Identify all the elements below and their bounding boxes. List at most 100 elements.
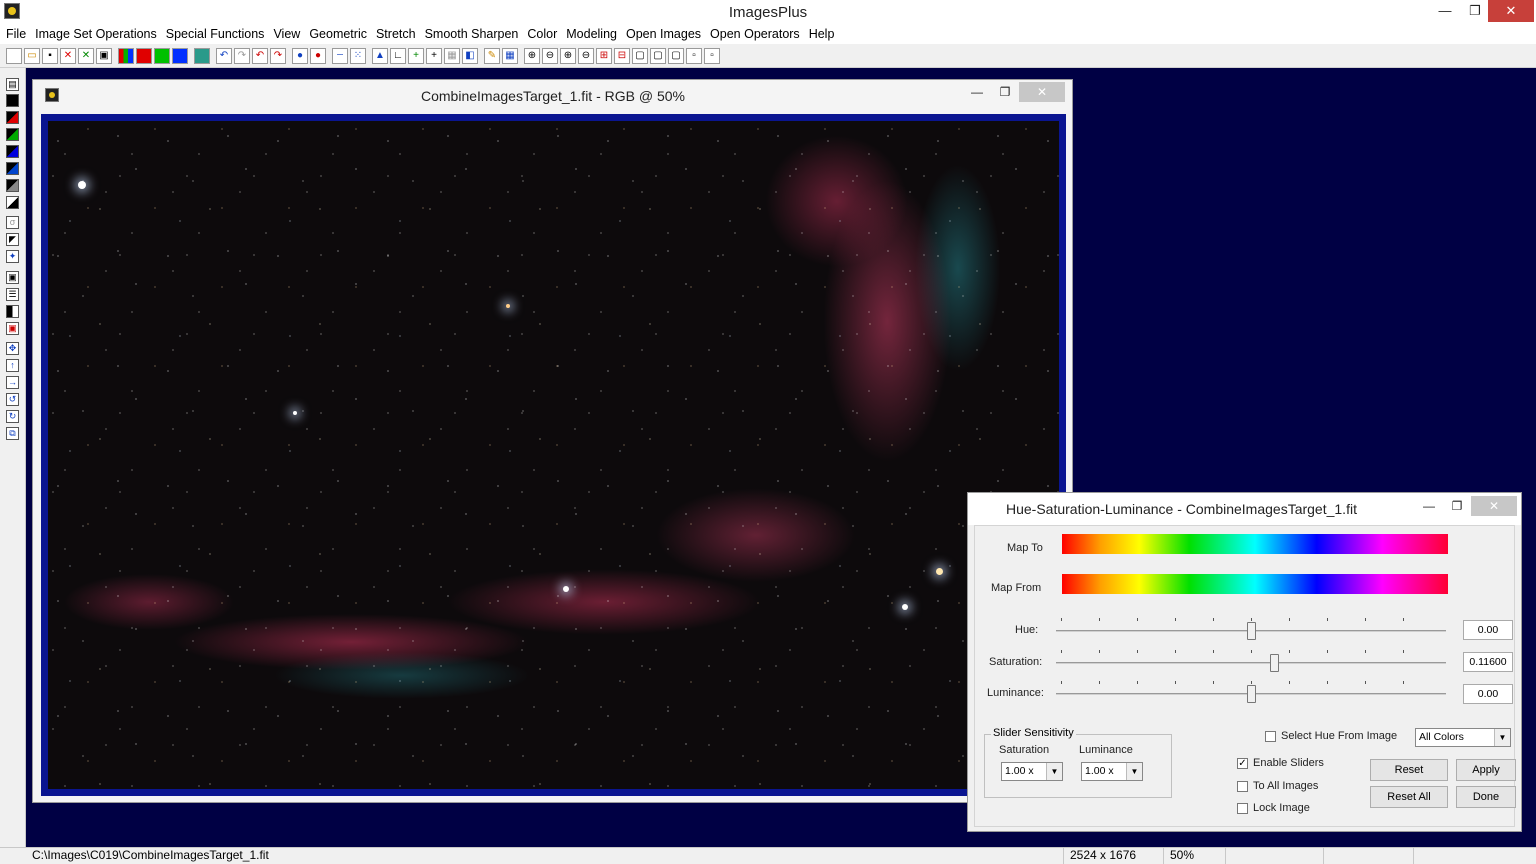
contrast-icon[interactable] [6, 305, 19, 318]
luminance-slider-thumb[interactable] [1247, 685, 1256, 703]
copy-layer-icon[interactable]: ⧉ [6, 427, 19, 440]
zoom-out-icon[interactable]: ⊖ [542, 47, 558, 64]
nebula-image[interactable] [48, 121, 1059, 789]
gray-layer-icon[interactable] [6, 179, 19, 192]
image-window-close-button[interactable]: ✕ [1019, 82, 1065, 102]
redo-icon[interactable]: ↷ [234, 47, 250, 64]
luminance-value-field[interactable]: 0.00 [1463, 684, 1513, 704]
window-size-3-icon[interactable]: ▢ [668, 47, 684, 64]
menu-file[interactable]: File [2, 27, 30, 41]
hsl-dialog-maximize-button[interactable]: ❐ [1443, 496, 1471, 516]
menu-geometric[interactable]: Geometric [305, 27, 371, 41]
menu-view[interactable]: View [269, 27, 304, 41]
window-size-5-icon[interactable]: ▫ [704, 47, 720, 64]
red-channel-icon[interactable] [136, 47, 152, 64]
close-button[interactable]: ✕ [1488, 0, 1534, 22]
scatter-plot-icon[interactable]: ⁙ [350, 47, 366, 64]
undo-icon[interactable]: ↶ [216, 47, 232, 64]
save-icon[interactable]: ▪ [42, 47, 58, 64]
hue-slider-thumb[interactable] [1247, 622, 1256, 640]
rectangle-select-icon[interactable]: ▣ [6, 322, 19, 335]
crosshair-green-icon[interactable]: + [408, 47, 424, 64]
add-window-icon[interactable]: ⊞ [596, 47, 612, 64]
window-size-2-icon[interactable]: ▢ [650, 47, 666, 64]
grid-view-icon[interactable] [194, 47, 210, 64]
open-folder-icon[interactable]: ▭ [24, 47, 40, 64]
saturation-slider-track[interactable] [1056, 662, 1446, 664]
blue-channel-icon[interactable] [172, 47, 188, 64]
rotate-cw-icon[interactable]: ↻ [6, 410, 19, 423]
menu-image-set-operations[interactable]: Image Set Operations [31, 27, 161, 41]
green-layer-icon[interactable] [6, 128, 19, 141]
reset-all-button[interactable]: Reset All [1370, 786, 1448, 808]
curve-icon[interactable]: ∟ [390, 47, 406, 64]
calculator-icon[interactable]: ▦ [502, 47, 518, 64]
zoom-actual-icon[interactable]: ⊖ [578, 47, 594, 64]
dotted-line-icon[interactable]: ┄ [332, 47, 348, 64]
print-icon[interactable]: ▣ [96, 47, 112, 64]
maximize-button[interactable]: ❐ [1460, 0, 1490, 22]
crosshair-icon[interactable]: + [426, 47, 442, 64]
pencil-icon[interactable]: ✎ [484, 47, 500, 64]
blue-layer-icon[interactable] [6, 145, 19, 158]
colors-select[interactable]: All Colors ▼ [1415, 728, 1511, 747]
hsl-dialog-minimize-button[interactable]: — [1415, 496, 1443, 516]
menu-help[interactable]: Help [805, 27, 839, 41]
image-window-maximize-button[interactable]: ❐ [991, 82, 1019, 102]
luminance-layer-icon[interactable] [6, 196, 19, 209]
menu-color[interactable]: Color [523, 27, 561, 41]
star-select-icon[interactable]: ✦ [6, 250, 19, 263]
menu-modeling[interactable]: Modeling [562, 27, 621, 41]
star-mask-icon[interactable]: ● [292, 47, 308, 64]
rotate-ccw-icon[interactable]: ↺ [6, 393, 19, 406]
hsl-dialog-close-button[interactable]: ✕ [1471, 496, 1517, 516]
map-from-spectrum[interactable] [1062, 574, 1448, 594]
done-button[interactable]: Done [1456, 786, 1516, 808]
undo-all-icon[interactable]: ↶ [252, 47, 268, 64]
lasso-icon[interactable]: σ [6, 216, 19, 229]
align-icon[interactable]: ☰ [6, 288, 19, 301]
minimize-button[interactable]: — [1430, 0, 1460, 22]
apply-button[interactable]: Apply [1456, 759, 1516, 781]
new-file-icon[interactable] [6, 47, 22, 64]
table-icon[interactable]: ▦ [444, 47, 460, 64]
lock-image-checkbox[interactable] [1237, 803, 1248, 814]
red-layer-icon[interactable] [6, 111, 19, 124]
close-all-icon[interactable]: ✕ [78, 47, 94, 64]
black-layer-icon[interactable] [6, 94, 19, 107]
rgb-channels-icon[interactable] [118, 47, 134, 64]
select-hue-checkbox[interactable] [1265, 731, 1276, 742]
save-layer-icon[interactable]: ▤ [6, 78, 19, 91]
window-size-1-icon[interactable]: ▢ [632, 47, 648, 64]
reset-button[interactable]: Reset [1370, 759, 1448, 781]
window-size-4-icon[interactable]: ▫ [686, 47, 702, 64]
selection-box-icon[interactable]: ▣ [6, 271, 19, 284]
menu-open-images[interactable]: Open Images [622, 27, 705, 41]
luminance-sensitivity-select[interactable]: 1.00 x ▼ [1081, 762, 1143, 781]
menu-smooth-sharpen[interactable]: Smooth Sharpen [421, 27, 523, 41]
saturation-value-field[interactable]: 0.11600 [1463, 652, 1513, 672]
brush-icon[interactable]: ◤ [6, 233, 19, 246]
map-to-spectrum[interactable] [1062, 534, 1448, 554]
enable-sliders-checkbox[interactable]: ✓ [1237, 758, 1248, 769]
image-stats-icon[interactable]: ◧ [462, 47, 478, 64]
shift-right-icon[interactable]: → [6, 376, 19, 389]
move-icon[interactable]: ✥ [6, 342, 19, 355]
close-image-icon[interactable]: ✕ [60, 47, 76, 64]
zoom-in-icon[interactable]: ⊕ [524, 47, 540, 64]
saturation-sensitivity-select[interactable]: 1.00 x ▼ [1001, 762, 1063, 781]
redo-all-icon[interactable]: ↷ [270, 47, 286, 64]
cyan-layer-icon[interactable] [6, 162, 19, 175]
to-all-images-checkbox[interactable] [1237, 781, 1248, 792]
histogram-icon[interactable]: ▲ [372, 47, 388, 64]
zoom-fit-icon[interactable]: ⊕ [560, 47, 576, 64]
menu-special-functions[interactable]: Special Functions [162, 27, 269, 41]
saturation-slider-thumb[interactable] [1269, 654, 1279, 672]
green-channel-icon[interactable] [154, 47, 170, 64]
remove-window-icon[interactable]: ⊟ [614, 47, 630, 64]
hue-value-field[interactable]: 0.00 [1463, 620, 1513, 640]
shift-up-icon[interactable]: ↑ [6, 359, 19, 372]
red-mask-icon[interactable]: ● [310, 47, 326, 64]
image-window-minimize-button[interactable]: — [963, 82, 991, 102]
menu-open-operators[interactable]: Open Operators [706, 27, 804, 41]
